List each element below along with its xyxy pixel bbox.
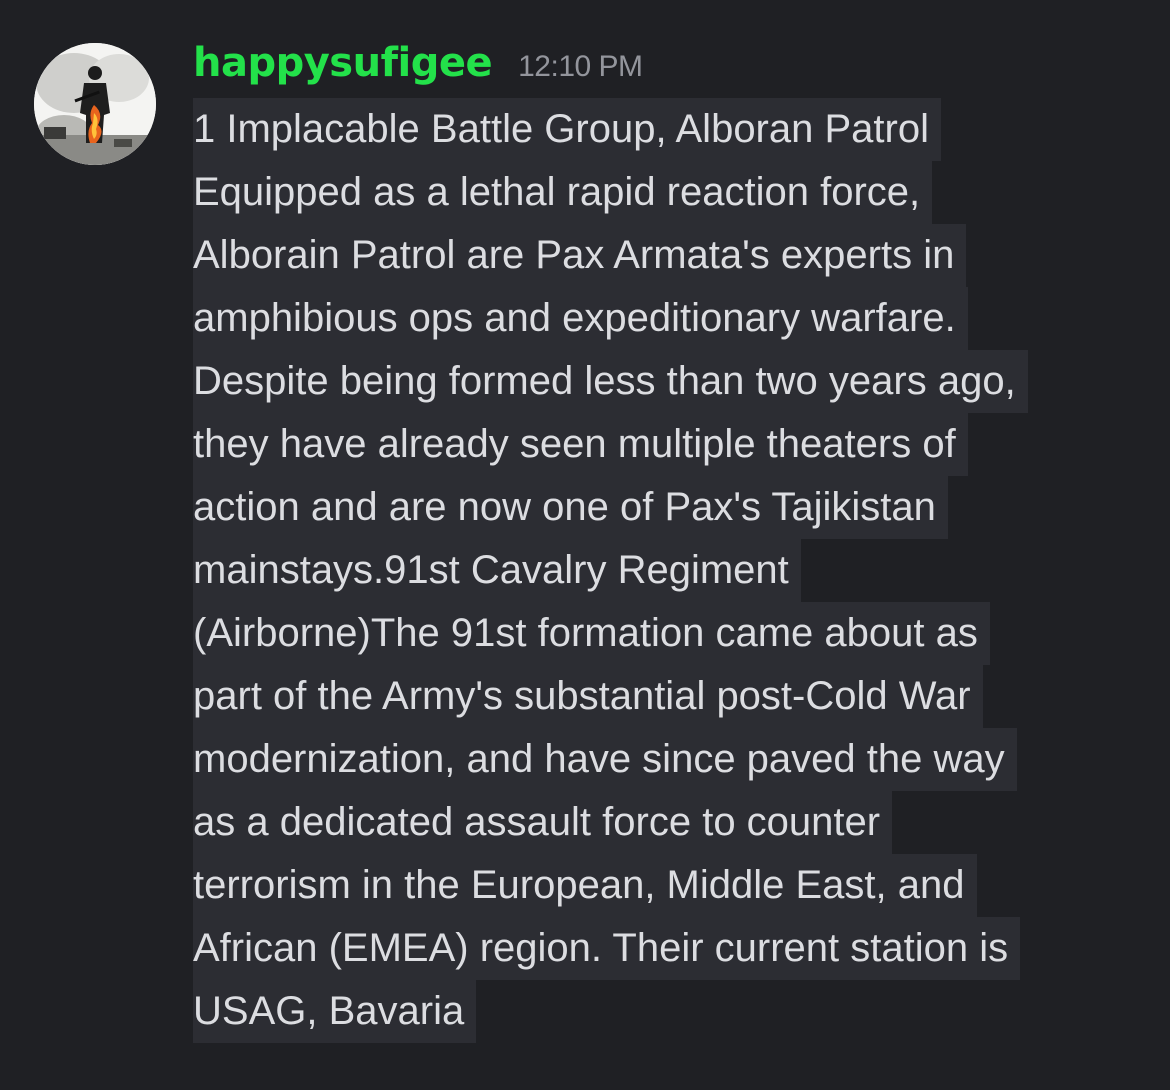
timestamp[interactable]: 12:10 PM: [518, 50, 643, 84]
message-line: African (EMEA) region. Their current sta…: [193, 917, 1153, 980]
message-line-text: (Airborne)The 91st formation came about …: [193, 602, 990, 665]
message-line-text: 1 Implacable Battle Group, Alboran Patro…: [193, 98, 941, 161]
message-line-text: amphibious ops and expeditionary warfare…: [193, 287, 968, 350]
message-line: action and are now one of Pax's Tajikist…: [193, 476, 1153, 539]
message-line-text: Equipped as a lethal rapid reaction forc…: [193, 161, 933, 224]
message-line: mainstays.91st Cavalry Regiment: [193, 539, 1153, 602]
message-line-text: USAG, Bavaria: [193, 980, 477, 1043]
message-line-text: African (EMEA) region. Their current sta…: [193, 917, 1021, 980]
message-line-text: mainstays.91st Cavalry Regiment: [193, 539, 801, 602]
message-line-text: terrorism in the European, Middle East, …: [193, 854, 977, 917]
message-line: 1 Implacable Battle Group, Alboran Patro…: [193, 98, 1153, 161]
username[interactable]: happysufigee: [193, 40, 493, 86]
message-line-text: as a dedicated assault force to counter: [193, 791, 893, 854]
message-line: USAG, Bavaria: [193, 980, 1153, 1043]
message-line: they have already seen multiple theaters…: [193, 413, 1153, 476]
message-line-text: modernization, and have since paved the …: [193, 728, 1017, 791]
message-line-text: they have already seen multiple theaters…: [193, 413, 968, 476]
message-line-text: part of the Army's substantial post-Cold…: [193, 665, 983, 728]
message-header: happysufigee 12:10 PM: [193, 40, 643, 94]
message-line: Equipped as a lethal rapid reaction forc…: [193, 161, 1153, 224]
message-line-text: action and are now one of Pax's Tajikist…: [193, 476, 948, 539]
soldier-avatar-icon: [34, 43, 156, 165]
message-line: terrorism in the European, Middle East, …: [193, 854, 1153, 917]
avatar[interactable]: [34, 43, 156, 165]
message-line: Alborain Patrol are Pax Armata's experts…: [193, 224, 1153, 287]
message-line: modernization, and have since paved the …: [193, 728, 1153, 791]
message-content: 1 Implacable Battle Group, Alboran Patro…: [193, 98, 1153, 1043]
message-line: (Airborne)The 91st formation came about …: [193, 602, 1153, 665]
message-line-text: Alborain Patrol are Pax Armata's experts…: [193, 224, 967, 287]
message-line-text: Despite being formed less than two years…: [193, 350, 1028, 413]
message-line: amphibious ops and expeditionary warfare…: [193, 287, 1153, 350]
message-line: as a dedicated assault force to counter: [193, 791, 1153, 854]
message-line: part of the Army's substantial post-Cold…: [193, 665, 1153, 728]
chat-message: happysufigee 12:10 PM 1 Implacable Battl…: [0, 0, 1170, 1090]
message-line: Despite being formed less than two years…: [193, 350, 1153, 413]
